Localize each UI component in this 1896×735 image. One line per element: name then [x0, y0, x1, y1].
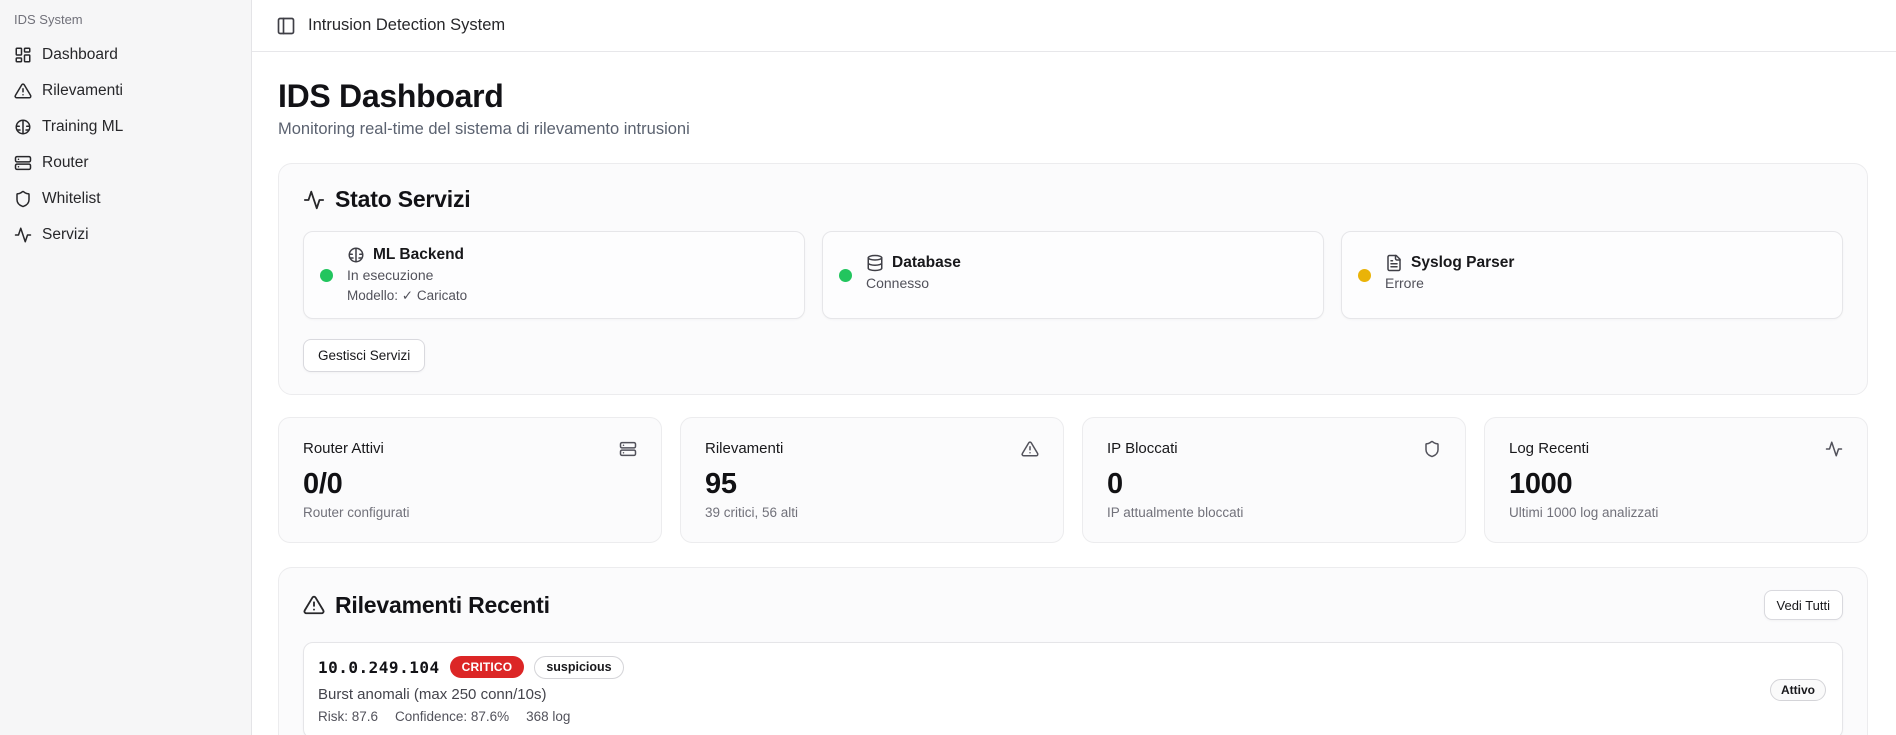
detection-meta: Risk: 87.6 Confidence: 87.6% 368 log: [318, 709, 624, 724]
state-badge: Attivo: [1770, 679, 1826, 701]
sidebar-title: IDS System: [0, 12, 251, 33]
detections-card: Rilevamenti Recenti Vedi Tutti 10.0.249.…: [278, 567, 1868, 735]
stat-value: 95: [705, 468, 1039, 501]
shield-icon: [1423, 440, 1441, 458]
sidebar-item-label: Rilevamenti: [42, 82, 123, 100]
database-icon: [866, 254, 884, 272]
activity-icon: [303, 189, 325, 211]
page-title: IDS Dashboard: [278, 78, 1868, 115]
stat-title: Router Attivi: [303, 440, 384, 457]
services-card-header: Stato Servizi: [303, 186, 1843, 213]
sidebar-item-whitelist[interactable]: Whitelist: [0, 181, 251, 217]
sidebar-item-dashboard[interactable]: Dashboard: [0, 37, 251, 73]
service-box-database: Database Connesso: [822, 231, 1324, 319]
sidebar-item-rilevamenti[interactable]: Rilevamenti: [0, 73, 251, 109]
stat-caption: IP attualmente bloccati: [1107, 505, 1441, 520]
service-name: ML Backend: [373, 246, 464, 264]
manage-services-button[interactable]: Gestisci Servizi: [303, 339, 425, 372]
sidebar-item-label: Dashboard: [42, 46, 118, 64]
alert-triangle-icon: [14, 82, 32, 100]
brain-icon: [14, 118, 32, 136]
detection-ip: 10.0.249.104: [318, 658, 440, 677]
detection-log-count: 368 log: [526, 709, 570, 724]
service-status: Errore: [1385, 275, 1514, 291]
layout-dashboard-icon: [14, 46, 32, 64]
detections-card-title: Rilevamenti Recenti: [335, 592, 550, 619]
app-root: IDS System Dashboard Rilevamenti Trainin…: [0, 0, 1896, 735]
detection-confidence: Confidence: 87.6%: [395, 709, 509, 724]
alert-triangle-icon: [303, 594, 325, 616]
page-subtitle: Monitoring real-time del sistema di rile…: [278, 120, 1868, 139]
detections-card-header: Rilevamenti Recenti Vedi Tutti: [303, 590, 1843, 620]
status-dot: [839, 269, 852, 282]
stat-caption: Ultimi 1000 log analizzati: [1509, 505, 1843, 520]
stat-card-log-recenti: Log Recenti 1000 Ultimi 1000 log analizz…: [1484, 417, 1868, 543]
shield-icon: [14, 190, 32, 208]
service-box-syslog-parser: Syslog Parser Errore: [1341, 231, 1843, 319]
services-card: Stato Servizi ML Backend In esecuzione M…: [278, 163, 1868, 395]
stat-title: Rilevamenti: [705, 440, 783, 457]
tag-badge: suspicious: [534, 656, 623, 679]
topbar: Intrusion Detection System: [252, 0, 1896, 52]
service-name: Database: [892, 254, 961, 272]
stat-caption: Router configurati: [303, 505, 637, 520]
main-area: Intrusion Detection System IDS Dashboard…: [252, 0, 1896, 735]
sidebar-item-training-ml[interactable]: Training ML: [0, 109, 251, 145]
sidebar-item-label: Servizi: [42, 226, 89, 244]
detection-row: 10.0.249.104 CRITICO suspicious Burst an…: [303, 642, 1843, 735]
stat-card-rilevamenti: Rilevamenti 95 39 critici, 56 alti: [680, 417, 1064, 543]
panel-left-toggle-icon[interactable]: [276, 16, 296, 36]
server-icon: [619, 440, 637, 458]
service-box-ml-backend: ML Backend In esecuzione Modello: ✓ Cari…: [303, 231, 805, 319]
activity-icon: [1825, 440, 1843, 458]
status-dot: [1358, 269, 1371, 282]
stat-title: IP Bloccati: [1107, 440, 1178, 457]
service-grid: ML Backend In esecuzione Modello: ✓ Cari…: [303, 231, 1843, 319]
service-detail: Modello: ✓ Caricato: [347, 288, 467, 304]
sidebar-item-label: Whitelist: [42, 190, 101, 208]
service-status: In esecuzione: [347, 267, 467, 283]
stat-value: 1000: [1509, 468, 1843, 501]
sidebar-item-label: Training ML: [42, 118, 123, 136]
activity-icon: [14, 226, 32, 244]
sidebar-item-router[interactable]: Router: [0, 145, 251, 181]
detection-description: Burst anomali (max 250 conn/10s): [318, 686, 624, 703]
sidebar-nav: Dashboard Rilevamenti Training ML Router…: [0, 37, 251, 253]
stat-caption: 39 critici, 56 alti: [705, 505, 1039, 520]
file-text-icon: [1385, 254, 1403, 272]
stats-grid: Router Attivi 0/0 Router configurati Ril…: [278, 417, 1868, 543]
service-name: Syslog Parser: [1411, 254, 1514, 272]
app-title: Intrusion Detection System: [308, 16, 505, 35]
detection-risk: Risk: 87.6: [318, 709, 378, 724]
severity-badge: CRITICO: [450, 656, 525, 678]
server-icon: [14, 154, 32, 172]
stat-value: 0: [1107, 468, 1441, 501]
service-status: Connesso: [866, 275, 961, 291]
view-all-button[interactable]: Vedi Tutti: [1764, 590, 1843, 620]
services-card-title: Stato Servizi: [335, 186, 470, 213]
brain-icon: [347, 246, 365, 264]
stat-title: Log Recenti: [1509, 440, 1589, 457]
stat-card-router-attivi: Router Attivi 0/0 Router configurati: [278, 417, 662, 543]
sidebar-item-servizi[interactable]: Servizi: [0, 217, 251, 253]
stat-value: 0/0: [303, 468, 637, 501]
alert-triangle-icon: [1021, 440, 1039, 458]
stat-card-ip-bloccati: IP Bloccati 0 IP attualmente bloccati: [1082, 417, 1466, 543]
status-dot: [320, 269, 333, 282]
page-content: IDS Dashboard Monitoring real-time del s…: [252, 52, 1896, 735]
sidebar: IDS System Dashboard Rilevamenti Trainin…: [0, 0, 252, 735]
sidebar-item-label: Router: [42, 154, 89, 172]
